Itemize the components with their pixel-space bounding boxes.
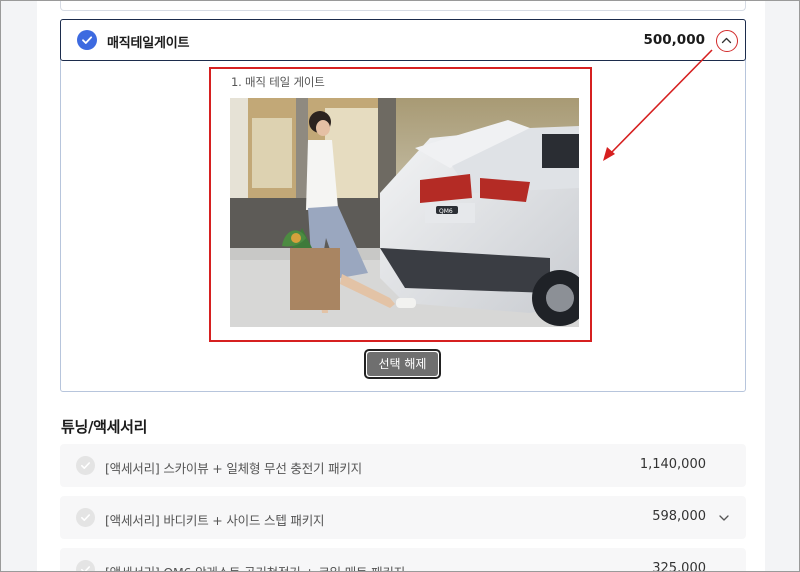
screenshot-frame: 매직테일게이트 500,000 1. 매직 테일 게이트 QM6 선택 해제 튜… bbox=[0, 0, 800, 572]
annotation-arrow bbox=[603, 49, 713, 161]
